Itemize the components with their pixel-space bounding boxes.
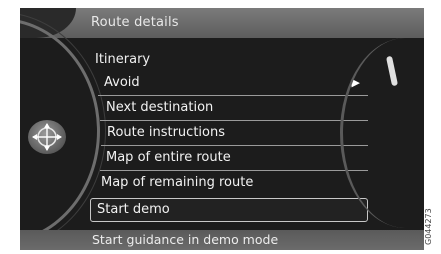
figure-frame: Route details Itinerary Avoid ▶ Next des… — [0, 0, 441, 254]
menu-item-avoid[interactable]: Avoid ▶ — [98, 72, 368, 96]
menu-item-start-demo[interactable]: Start demo — [90, 198, 368, 222]
menu-item-map-entire-route[interactable]: Map of entire route — [100, 147, 368, 171]
menu-item-label: Avoid — [104, 75, 140, 90]
menu-item-route-instructions[interactable]: Route instructions — [101, 122, 368, 146]
menu-item-map-remaining-route[interactable]: Map of remaining route — [95, 172, 368, 196]
navigation-compass-icon[interactable] — [28, 120, 66, 154]
menu-item-label: Start demo — [97, 202, 170, 217]
status-text: Start guidance in demo mode — [92, 232, 279, 247]
menu-item-next-destination[interactable]: Next destination — [100, 97, 368, 121]
menu-item-label: Map of entire route — [106, 150, 231, 165]
menu-item-label: Map of remaining route — [101, 175, 254, 190]
breadcrumb: Route details — [91, 15, 179, 30]
menu-item-label: Next destination — [106, 100, 214, 115]
figure-code: G044273 — [424, 208, 433, 245]
header-bar: Route details — [20, 8, 424, 38]
menu-item-label: Route instructions — [107, 125, 225, 140]
menu-title: Itinerary — [95, 52, 151, 67]
display-screen: Route details Itinerary Avoid ▶ Next des… — [20, 8, 424, 250]
